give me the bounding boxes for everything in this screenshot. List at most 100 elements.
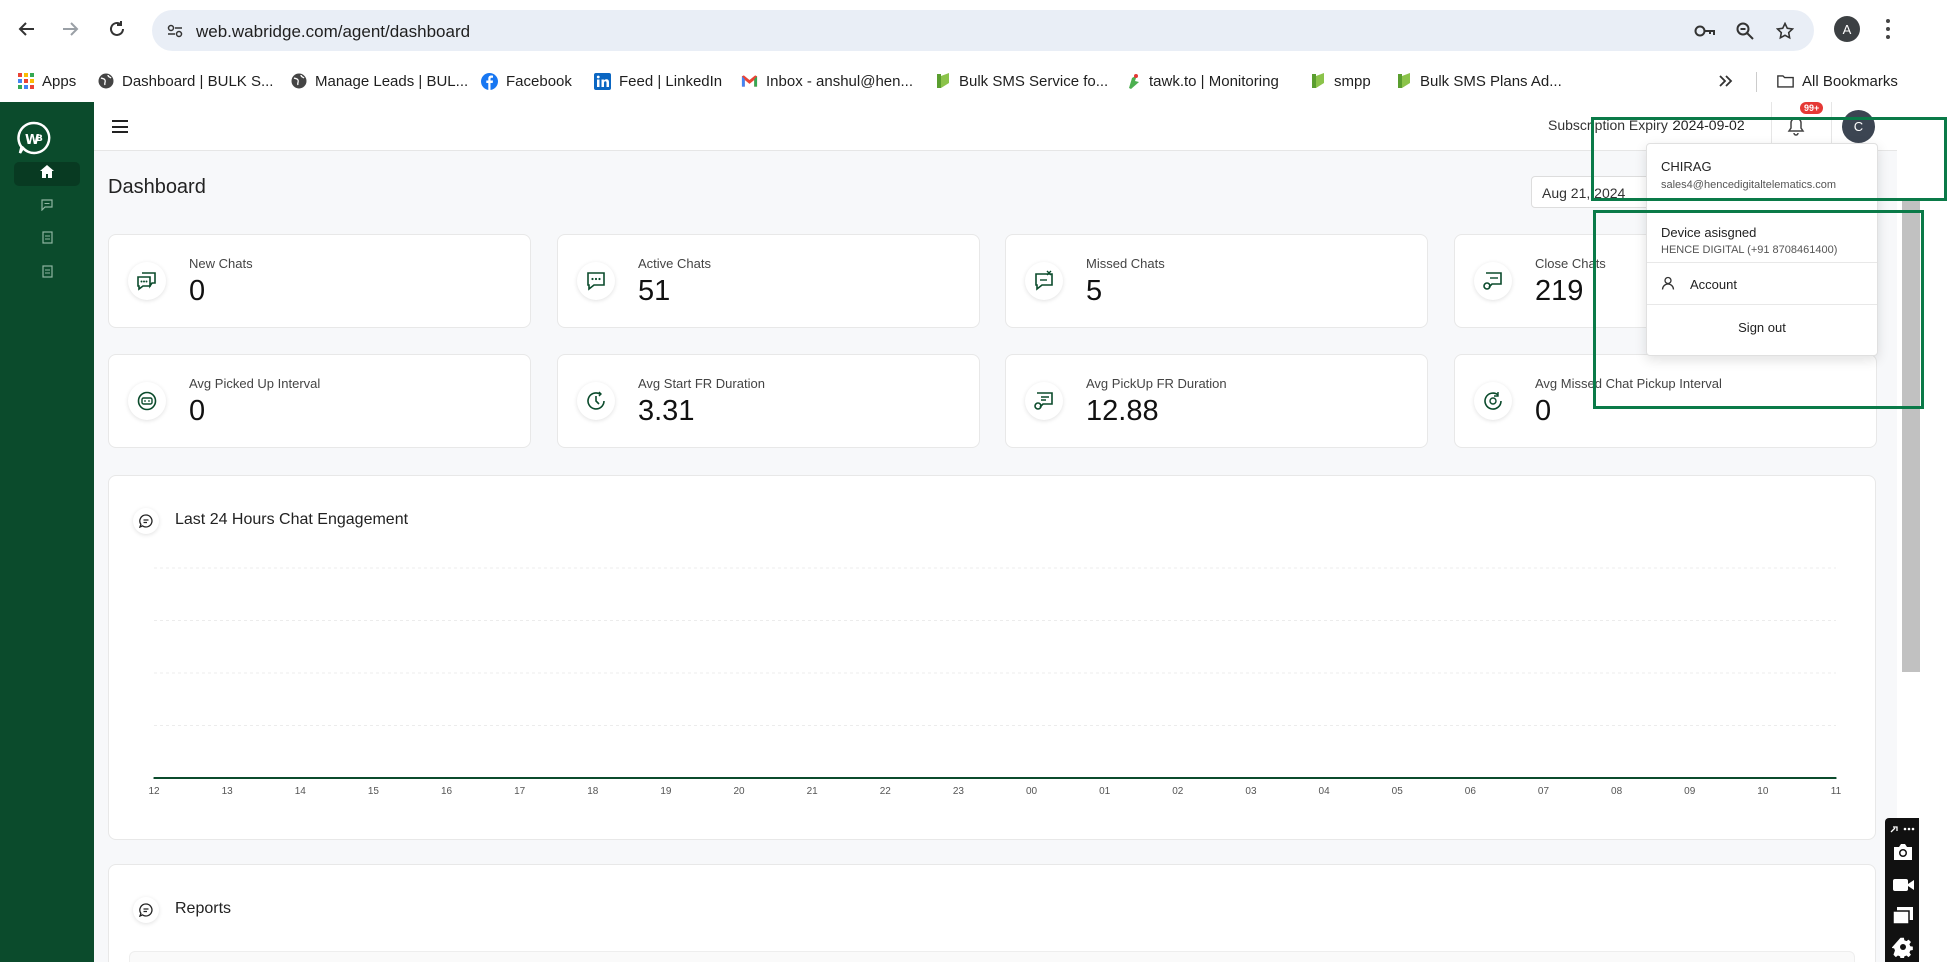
sidebar-item-chats[interactable] <box>14 195 80 219</box>
bookmark-gmail[interactable]: Inbox - anshul@hen... <box>741 68 913 94</box>
bookmarks-overflow-icon[interactable] <box>1718 68 1734 94</box>
close-chats-icon <box>1474 262 1512 300</box>
chart-point[interactable] <box>1177 777 1179 779</box>
bookmark-manage-leads[interactable]: Manage Leads | BUL... <box>290 68 468 94</box>
chart-point[interactable] <box>1469 777 1472 779</box>
svg-text:B: B <box>36 134 43 144</box>
back-arrow-icon[interactable] <box>12 14 42 44</box>
chart-x-tick-label: 13 <box>222 786 234 797</box>
bookmark-bulk-sms-plans[interactable]: Bulk SMS Plans Ad... <box>1395 68 1562 94</box>
bookmark-label: Facebook <box>506 72 572 90</box>
browser-profile-avatar[interactable]: A <box>1834 16 1860 42</box>
chart-x-tick-label: 11 <box>1831 786 1842 797</box>
chart-point[interactable] <box>957 777 960 779</box>
chart-point[interactable] <box>372 777 375 779</box>
chart-point[interactable] <box>1323 777 1325 779</box>
chart-point[interactable] <box>1762 777 1764 779</box>
bookmark-smpp[interactable]: smpp <box>1309 68 1371 94</box>
chart-x-tick-label: 18 <box>587 786 599 797</box>
chart-x-tick-label: 08 <box>1611 786 1623 797</box>
chart-x-tick-label: 19 <box>660 786 672 797</box>
all-bookmarks[interactable]: All Bookmarks <box>1777 68 1898 94</box>
bookmark-tawk[interactable]: tawk.to | Monitoring <box>1124 68 1279 94</box>
bookmark-star-icon[interactable] <box>1774 20 1796 42</box>
sidebar-item-logs[interactable] <box>14 262 80 286</box>
extension-menu-icon[interactable] <box>1888 822 1916 834</box>
stat-value: 5 <box>1086 275 1103 307</box>
chart-point[interactable] <box>1542 777 1545 779</box>
stat-label: Active Chats <box>638 256 711 271</box>
forward-arrow-icon[interactable] <box>55 14 85 44</box>
chart-point[interactable] <box>884 777 887 779</box>
notification-badge: 99+ <box>1800 102 1824 114</box>
chart-x-tick-label: 07 <box>1538 786 1550 797</box>
bookmark-label: tawk.to | Monitoring <box>1149 72 1279 90</box>
document-icon <box>41 265 53 283</box>
camera-icon[interactable] <box>1892 842 1912 862</box>
bookmark-facebook[interactable]: Facebook <box>481 68 572 94</box>
reload-icon[interactable] <box>102 14 132 44</box>
chart-point[interactable] <box>1835 777 1837 779</box>
highlight-box-device <box>1593 210 1924 409</box>
stat-value: 0 <box>189 395 206 427</box>
chat-engagement-panel: Last 24 Hours Chat Engagement 12 13 14 15 16… <box>108 475 1876 840</box>
home-icon <box>40 165 54 183</box>
globe-icon <box>97 73 114 90</box>
chat-bubble-icon <box>133 508 159 534</box>
chart-x-tick-label: 04 <box>1319 786 1331 797</box>
wabridge-logo[interactable]: W B <box>17 121 51 155</box>
chart-point[interactable] <box>1615 777 1618 779</box>
bulk-sms-icon <box>1395 73 1412 90</box>
bookmark-bulk-sms-service[interactable]: Bulk SMS Service fo... <box>934 68 1108 94</box>
stat-label: Avg PickUp FR Duration <box>1086 376 1227 391</box>
bookmark-label: Manage Leads | BUL... <box>315 72 469 90</box>
bookmarks-bar: Apps Dashboard | BULK S... Manage Leads … <box>0 60 1947 102</box>
chart-point[interactable] <box>1030 777 1033 779</box>
chart-point[interactable] <box>1688 777 1691 779</box>
chart-point[interactable] <box>665 777 667 779</box>
windows-icon[interactable] <box>1892 906 1913 926</box>
stat-label: Missed Chats <box>1086 256 1165 271</box>
avg-start-icon <box>577 382 615 420</box>
chart-x-tick-label: 03 <box>1245 786 1257 797</box>
bookmark-dashboard[interactable]: Dashboard | BULK S... <box>97 68 273 94</box>
chart-point[interactable] <box>1250 777 1252 779</box>
chart-x-tick-label: 20 <box>733 786 745 797</box>
active-chats-icon <box>577 262 615 300</box>
chart-point[interactable] <box>518 777 521 779</box>
address-bar[interactable]: web.wabridge.com/agent/dashboard <box>152 10 1814 51</box>
hamburger-menu-icon[interactable] <box>112 120 128 133</box>
bookmark-apps[interactable]: Apps <box>17 68 76 94</box>
chart-point[interactable] <box>1103 777 1106 779</box>
app-sidebar: W B <box>0 102 94 962</box>
chart-point[interactable] <box>738 777 740 779</box>
chart-point[interactable] <box>153 777 155 779</box>
password-key-icon[interactable] <box>1694 20 1716 42</box>
engagement-line-chart: 12 13 14 15 16 17 18 19 20 21 22 23 00 01 02 03 04 05 06 07… <box>148 567 1842 797</box>
chart-x-tick-label: 10 <box>1757 786 1769 797</box>
chart-x-tick-label: 12 <box>148 786 160 797</box>
chart-point[interactable] <box>811 777 813 779</box>
chart-point[interactable] <box>1396 777 1399 779</box>
video-camera-icon[interactable] <box>1892 876 1914 896</box>
bulk-sms-icon <box>934 73 951 90</box>
chart-point[interactable] <box>591 777 594 779</box>
stat-card-active-chats: Active Chats 51 <box>557 234 980 328</box>
url-text[interactable]: web.wabridge.com/agent/dashboard <box>196 22 470 42</box>
chart-point[interactable] <box>226 777 228 779</box>
chat-bubble-icon <box>133 897 159 923</box>
chart-x-tick-label: 02 <box>1172 786 1184 797</box>
browser-menu-icon[interactable] <box>1883 17 1893 41</box>
chart-point[interactable] <box>299 777 302 779</box>
bookmark-label: Dashboard | BULK S... <box>122 72 274 90</box>
bookmark-linkedin[interactable]: Feed | LinkedIn <box>594 68 722 94</box>
settings-gear-icon[interactable] <box>1891 936 1913 959</box>
zoom-icon[interactable] <box>1734 20 1756 42</box>
reports-table-header <box>129 951 1855 962</box>
site-settings-icon[interactable] <box>164 20 186 42</box>
sidebar-item-home[interactable] <box>14 162 80 186</box>
chart-point[interactable] <box>445 777 448 779</box>
sidebar-item-reports[interactable] <box>14 228 80 252</box>
bookmark-label: Bulk SMS Service fo... <box>959 72 1109 90</box>
folder-icon <box>1777 73 1794 90</box>
